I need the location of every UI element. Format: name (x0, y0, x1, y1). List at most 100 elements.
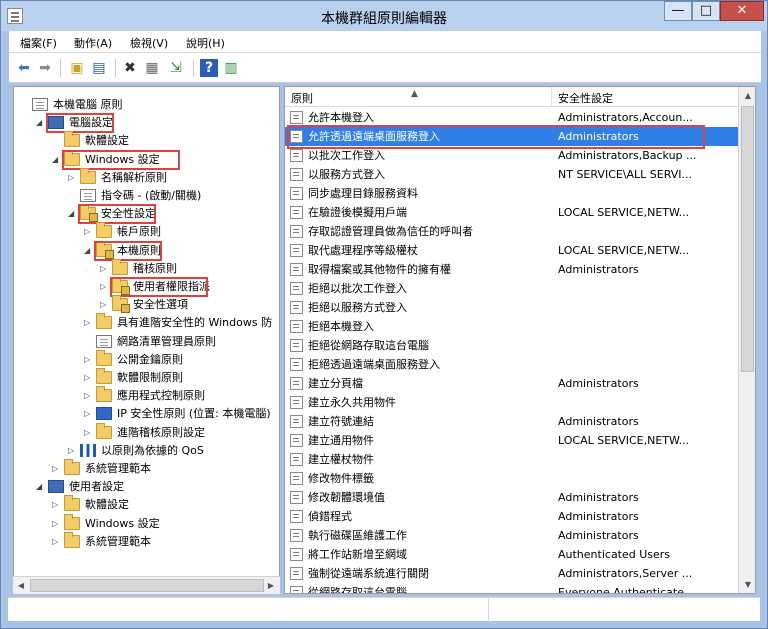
policy-row[interactable]: 從網路存取這台電腦 Everyone,Authenticate... (285, 583, 738, 594)
expand-arrow-icon[interactable]: ▷ (52, 460, 60, 478)
scroll-right-arrow-icon[interactable]: ▶ (265, 579, 277, 592)
collapse-arrow-icon[interactable]: ◢ (68, 205, 76, 223)
policy-row[interactable]: 修改韌體環境值 Administrators (285, 488, 738, 507)
policy-row[interactable]: 以服務方式登入 NT SERVICE\ALL SERVI... (285, 165, 738, 184)
policy-row[interactable]: 偵錯程式 Administrators (285, 507, 738, 526)
expand-arrow-icon[interactable]: ▷ (84, 351, 92, 369)
tree-item-label: 名稱解析原則 (101, 170, 167, 184)
policy-row[interactable]: 取得檔案或其他物件的擁有權 Administrators (285, 260, 738, 279)
help-icon[interactable]: ? (200, 59, 218, 77)
show-hide-console-tree-icon[interactable]: ▤ (90, 59, 108, 77)
collapse-arrow-icon[interactable]: ◢ (84, 242, 92, 260)
policy-row[interactable]: 執行磁碟區維護工作 Administrators (285, 526, 738, 545)
policy-row[interactable]: 修改物件標籤 (285, 469, 738, 488)
policy-row[interactable]: 強制從遠端系統進行關閉 Administrators,Server ... (285, 564, 738, 583)
menu-bar: 檔案(F) 動作(A) 檢視(V) 說明(H) (9, 31, 761, 53)
expand-arrow-icon[interactable]: ▷ (84, 369, 92, 387)
policy-setting: Administrators (558, 529, 639, 542)
expand-arrow-icon[interactable]: ▷ (52, 496, 60, 514)
export-list-icon[interactable]: ⇲ (167, 59, 185, 77)
policy-list-pane[interactable]: 原則 ▲ 安全性設定 允許本機登入 Administrators,Accoun..… (284, 86, 756, 594)
close-button[interactable]: ✕ (720, 1, 764, 21)
policy-row[interactable]: 存取認證管理員做為信任的呼叫者 (285, 222, 738, 241)
policy-row[interactable]: 建立永久共用物件 (285, 393, 738, 412)
folder-icon (96, 422, 112, 439)
column-policy[interactable]: 原則 (291, 90, 313, 106)
policy-row[interactable]: 取代處理程序等級權杖 LOCAL SERVICE,NETW... (285, 241, 738, 260)
delete-icon[interactable]: ✖ (121, 59, 139, 77)
policy-icon (290, 320, 303, 333)
policy-row[interactable]: 拒絕以批次工作登入 (285, 279, 738, 298)
back-icon[interactable]: ⬅ (15, 59, 33, 77)
policy-setting: LOCAL SERVICE,NETW... (558, 434, 690, 447)
policy-row[interactable]: 建立符號連結 Administrators (285, 412, 738, 431)
vertical-scroll-thumb[interactable] (741, 106, 754, 372)
policy-icon (290, 567, 303, 580)
expand-arrow-icon[interactable]: ▷ (68, 442, 76, 460)
policy-name: 建立權杖物件 (308, 453, 374, 466)
policy-row[interactable]: 將工作站新增至網域 Authenticated Users (285, 545, 738, 564)
menu-help[interactable]: 說明(H) (186, 35, 225, 51)
vertical-scrollbar[interactable]: ▲ ▼ (738, 87, 755, 593)
policy-row[interactable]: 建立通用物件 LOCAL SERVICE,NETW... (285, 431, 738, 450)
collapse-arrow-icon[interactable]: ◢ (36, 114, 44, 132)
policy-icon (290, 396, 303, 409)
policy-name: 建立分頁檔 (308, 377, 363, 390)
policy-name: 建立永久共用物件 (308, 396, 396, 409)
forward-icon[interactable]: ➡ (36, 59, 54, 77)
expand-arrow-icon[interactable]: ▷ (100, 278, 108, 296)
expand-arrow-icon[interactable]: ▷ (84, 424, 92, 442)
highlight-box (94, 240, 162, 261)
console-tree-pane[interactable]: 本機電腦 原則 ◢ 電腦設定 軟體設定 ◢ Windows 設定 ▷ 名稱解析原則 指令碼 - … (13, 86, 280, 594)
policy-name: 修改物件標籤 (308, 472, 374, 485)
expand-arrow-icon[interactable]: ▷ (84, 314, 92, 332)
horizontal-scroll-thumb[interactable] (30, 579, 264, 592)
policy-setting: Everyone,Authenticate... (558, 586, 695, 594)
policy-setting: Administrators,Server ... (558, 567, 693, 580)
properties-icon[interactable]: ▦ (143, 59, 161, 77)
up-folder-icon[interactable]: ▣ (68, 59, 86, 77)
scroll-up-arrow-icon[interactable]: ▲ (742, 90, 754, 102)
status-section (488, 598, 760, 622)
horizontal-scrollbar[interactable]: ◀ ▶ (13, 576, 280, 594)
column-security-setting[interactable]: 安全性設定 (558, 90, 613, 106)
expand-arrow-icon[interactable]: ▷ (52, 515, 60, 533)
tree-item-label: 稽核原則 (133, 261, 177, 275)
policy-row[interactable]: 拒絕本機登入 (285, 317, 738, 336)
toolbar: ⬅ ➡ ▣ ▤ ✖ ▦ ⇲ ? ▥ (9, 53, 761, 83)
tree-item-label: Windows 設定 (85, 516, 160, 530)
policy-row[interactable]: 建立權杖物件 (285, 450, 738, 469)
policy-row[interactable]: 拒絕從網路存取這台電腦 (285, 336, 738, 355)
policy-row[interactable]: 拒絕透過遠端桌面服務登入 (285, 355, 738, 374)
expand-arrow-icon[interactable]: ▷ (84, 387, 92, 405)
window-title: 本機群組原則編輯器 (321, 11, 447, 27)
collapse-arrow-icon[interactable]: ◢ (52, 151, 60, 169)
expand-arrow-icon[interactable]: ▷ (84, 223, 92, 241)
policy-icon (290, 339, 303, 352)
minimize-button[interactable]: — (664, 1, 692, 21)
scroll-left-arrow-icon[interactable]: ◀ (15, 579, 27, 592)
menu-action[interactable]: 動作(A) (74, 35, 112, 51)
policy-setting: LOCAL SERVICE,NETW... (558, 206, 690, 219)
tree-item-label: IP 安全性原則 (位置: 本機電腦) (117, 407, 271, 421)
policy-row[interactable]: 拒絕以服務方式登入 (285, 298, 738, 317)
policy-row[interactable]: 在驗證後模擬用戶端 LOCAL SERVICE,NETW... (285, 203, 738, 222)
menu-file[interactable]: 檔案(F) (20, 35, 57, 51)
title-bar: 本機群組原則編輯器 — □ ✕ (1, 1, 767, 31)
expand-arrow-icon[interactable]: ▷ (84, 405, 92, 423)
expand-arrow-icon[interactable]: ▷ (100, 260, 108, 278)
expand-arrow-icon[interactable]: ▷ (52, 533, 60, 551)
menu-view[interactable]: 檢視(V) (130, 35, 168, 51)
tree-item-label: 應用程式控制原則 (117, 389, 205, 403)
tree-item-label: 進階稽核原則設定 (117, 425, 205, 439)
policy-name: 將工作站新增至網域 (308, 548, 407, 561)
maximize-button[interactable]: □ (692, 1, 720, 21)
collapse-arrow-icon[interactable]: ◢ (36, 478, 44, 496)
view-icon[interactable]: ▥ (222, 59, 240, 77)
scroll-down-arrow-icon[interactable]: ▼ (742, 579, 754, 591)
policy-row[interactable]: 建立分頁檔 Administrators (285, 374, 738, 393)
expand-arrow-icon[interactable]: ▷ (68, 169, 76, 187)
policy-row[interactable]: 同步處理目錄服務資料 (285, 184, 738, 203)
highlight-box (110, 277, 208, 297)
expand-arrow-icon[interactable]: ▷ (100, 296, 108, 314)
